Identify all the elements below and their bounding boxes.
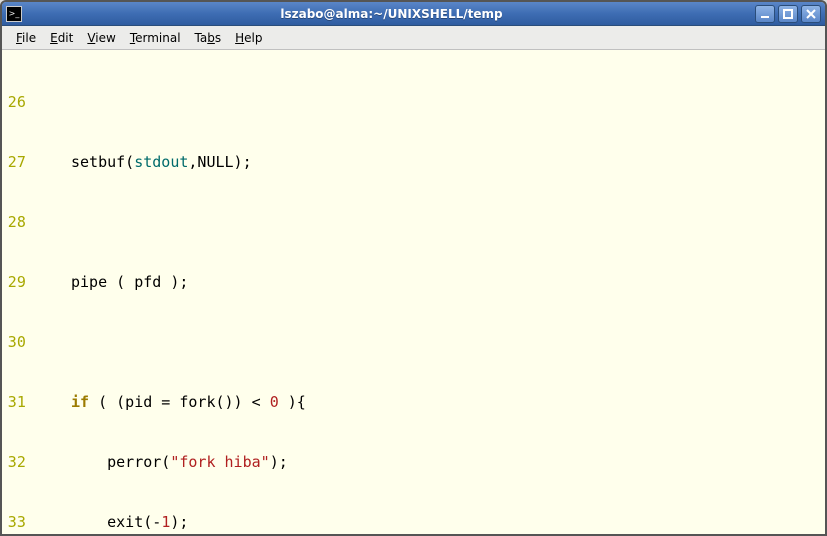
menu-edit[interactable]: Edit — [44, 28, 79, 48]
line-number: 26 — [6, 92, 26, 112]
terminal-viewport[interactable]: 26 27 setbuf(stdout,NULL); 28 29 pipe ( … — [2, 50, 825, 534]
line-number: 31 — [6, 392, 26, 412]
line-number: 29 — [6, 272, 26, 292]
minimize-button[interactable] — [755, 5, 775, 23]
window-title: lszabo@alma:~/UNIXSHELL/temp — [28, 7, 755, 21]
window-controls — [755, 5, 821, 23]
maximize-button[interactable] — [778, 5, 798, 23]
menubar: File Edit View Terminal Tabs Help — [2, 26, 825, 50]
titlebar: >_ lszabo@alma:~/UNIXSHELL/temp — [2, 2, 825, 26]
line-number: 28 — [6, 212, 26, 232]
menu-view[interactable]: View — [81, 28, 121, 48]
line-number: 30 — [6, 332, 26, 352]
terminal-app-icon: >_ — [6, 6, 22, 22]
line-number: 32 — [6, 452, 26, 472]
menu-file[interactable]: File — [10, 28, 42, 48]
menu-tabs[interactable]: Tabs — [189, 28, 228, 48]
line-number: 27 — [6, 152, 26, 172]
menu-help[interactable]: Help — [229, 28, 268, 48]
line-number: 33 — [6, 512, 26, 532]
menu-terminal[interactable]: Terminal — [124, 28, 187, 48]
close-button[interactable] — [801, 5, 821, 23]
